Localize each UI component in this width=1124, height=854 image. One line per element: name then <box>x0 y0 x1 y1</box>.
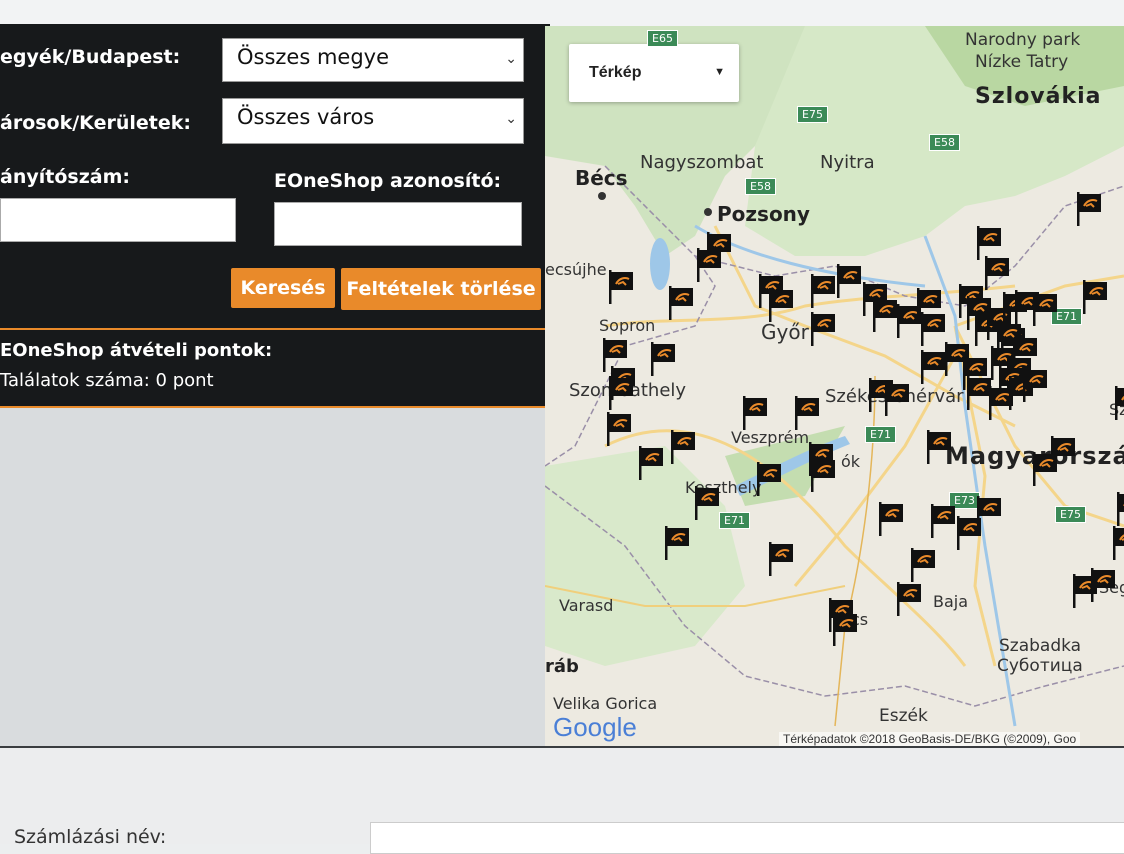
county-label: egyék/Budapest: <box>0 46 181 68</box>
pickup-point-marker-icon[interactable] <box>895 582 923 616</box>
pickup-point-marker-icon[interactable] <box>943 342 971 376</box>
county-select[interactable]: Összes megye ⌄ <box>222 38 524 82</box>
zip-input[interactable] <box>0 198 236 242</box>
pickup-point-marker-icon[interactable] <box>741 396 769 430</box>
road-shield: E71 <box>719 512 750 529</box>
google-logo-text: Google <box>553 712 637 742</box>
pickup-point-marker-icon[interactable] <box>909 548 937 582</box>
billing-name-input[interactable] <box>370 822 1124 854</box>
pickup-point-marker-icon[interactable] <box>1021 368 1049 402</box>
map-label: Nyitra <box>820 152 875 173</box>
city-label: árosok/Kerületek: <box>0 112 191 134</box>
map-label: Narodny park <box>965 30 1081 50</box>
map-label: Суботица <box>997 656 1083 676</box>
county-select-value: Összes megye <box>237 45 390 69</box>
clear-filters-button[interactable]: Feltételek törlése <box>341 268 541 310</box>
city-select-value: Összes város <box>237 105 375 129</box>
caret-down-icon: ▼ <box>714 66 725 78</box>
pickup-point-marker-icon[interactable] <box>669 430 697 464</box>
search-panel: egyék/Budapest: Összes megye ⌄ árosok/Ke… <box>0 24 550 408</box>
pickup-point-marker-icon[interactable] <box>767 542 795 576</box>
road-shield: E71 <box>865 426 896 443</box>
pickup-point-marker-icon[interactable] <box>809 312 837 346</box>
pickup-point-marker-icon[interactable] <box>877 502 905 536</box>
pickup-point-marker-icon[interactable] <box>693 486 721 520</box>
map-label: Szlovákia <box>975 84 1102 109</box>
pickup-point-marker-icon[interactable] <box>835 264 863 298</box>
pickup-point-marker-icon[interactable] <box>793 396 821 430</box>
map-label: ráb <box>545 656 579 677</box>
pickup-point-marker-icon[interactable] <box>1081 280 1109 314</box>
city-select[interactable]: Összes város ⌄ <box>222 98 524 144</box>
pickup-point-marker-icon[interactable] <box>649 342 677 376</box>
map-label: ók <box>841 452 861 471</box>
pickup-point-marker-icon[interactable] <box>919 312 947 346</box>
map-label: Velika Gorica <box>553 694 658 713</box>
pickup-point-marker-icon[interactable] <box>983 256 1011 290</box>
results-heading: EOneShop átvételi pontok: <box>0 340 273 361</box>
pickup-point-marker-icon[interactable] <box>607 376 635 410</box>
zip-label: ányítószám: <box>0 166 130 188</box>
road-shield: E58 <box>745 178 776 195</box>
search-button[interactable]: Keresés <box>231 268 335 308</box>
results-list-area <box>0 408 548 746</box>
pickup-point-marker-icon[interactable] <box>1113 386 1124 420</box>
map-label: ecsújhe <box>545 260 607 279</box>
pickup-point-marker-icon[interactable] <box>767 288 795 322</box>
shopid-input[interactable] <box>274 202 522 246</box>
pickup-point-marker-icon[interactable] <box>695 248 723 282</box>
pickup-point-marker-icon[interactable] <box>809 274 837 308</box>
pickup-point-marker-icon[interactable] <box>1089 568 1117 602</box>
pickup-point-marker-icon[interactable] <box>975 226 1003 260</box>
pickup-point-marker-icon[interactable] <box>607 270 635 304</box>
road-shield: E75 <box>1055 506 1086 523</box>
map-attribution: Térképadatok ©2018 GeoBasis-DE/BKG (©200… <box>779 732 1081 746</box>
pickup-point-marker-icon[interactable] <box>1111 526 1124 560</box>
pickup-point-marker-icon[interactable] <box>809 458 837 492</box>
map-label: Pozsony <box>717 202 810 226</box>
map-label: Baja <box>933 592 969 611</box>
pickup-point-marker-icon[interactable] <box>995 322 1023 356</box>
pickup-point-marker-icon[interactable] <box>1075 192 1103 226</box>
map-label: Eszék <box>879 706 928 726</box>
map-type-selector[interactable]: Térkép ▼ <box>569 44 739 102</box>
browser-top-strip <box>0 0 1124 26</box>
map-label: Bécs <box>575 166 628 190</box>
map-label: Nagyszombat <box>640 152 764 173</box>
shopid-label: EOneShop azonosító: <box>274 170 502 192</box>
pickup-point-marker-icon[interactable] <box>831 612 859 646</box>
pickup-point-marker-icon[interactable] <box>663 526 691 560</box>
chevron-down-icon: ⌄ <box>505 51 517 67</box>
map-label: Győr <box>761 320 809 344</box>
road-shield: E58 <box>929 134 960 151</box>
pickup-point-marker-icon[interactable] <box>605 412 633 446</box>
pickup-point-marker-icon[interactable] <box>1031 292 1059 326</box>
pickup-point-marker-icon[interactable] <box>1115 492 1124 526</box>
road-shield: E65 <box>647 30 678 47</box>
road-shield: E75 <box>797 106 828 123</box>
map-type-label: Térkép <box>589 64 642 81</box>
divider <box>0 328 550 330</box>
pickup-point-marker-icon[interactable] <box>1031 452 1059 486</box>
google-logo: Google <box>553 712 637 743</box>
map-label: Varasd <box>559 596 614 615</box>
pickup-point-marker-icon[interactable] <box>755 462 783 496</box>
pickup-point-marker-icon[interactable] <box>667 286 695 320</box>
pickup-point-marker-icon[interactable] <box>925 430 953 464</box>
map-view[interactable]: Térkép ▼ Narodny park Nízke Tatry Szlová… <box>545 26 1124 746</box>
billing-name-label: Számlázási név: <box>14 826 167 848</box>
pickup-point-marker-icon[interactable] <box>929 504 957 538</box>
map-label: Veszprém <box>731 428 810 447</box>
pickup-point-marker-icon[interactable] <box>637 446 665 480</box>
pickup-point-marker-icon[interactable] <box>883 382 911 416</box>
pickup-point-marker-icon[interactable] <box>975 496 1003 530</box>
map-label: Nízke Tatry <box>975 52 1069 72</box>
map-label: Szabadka <box>999 636 1082 656</box>
results-count: Találatok száma: 0 pont <box>0 370 214 391</box>
chevron-down-icon: ⌄ <box>505 111 517 127</box>
map-label: Sopron <box>599 316 656 335</box>
